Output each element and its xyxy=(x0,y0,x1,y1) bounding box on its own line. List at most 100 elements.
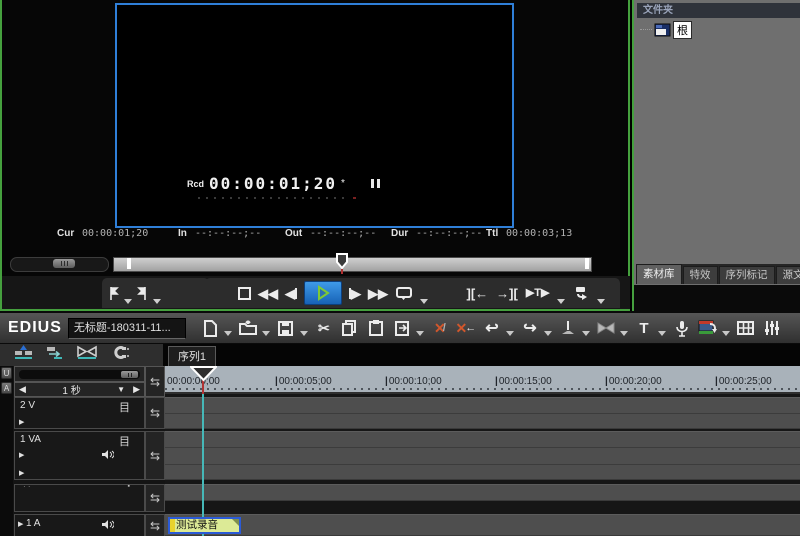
track-header-1a[interactable]: ▶ 1 A xyxy=(14,514,145,536)
title-dropdown-icon[interactable] xyxy=(658,331,666,336)
timescale-slider[interactable] xyxy=(19,370,140,379)
cut-icon[interactable]: ✂ xyxy=(314,318,334,338)
timescale-value[interactable]: 1 秒 xyxy=(26,382,117,397)
add-cut-dropdown-icon[interactable] xyxy=(582,331,590,336)
track-lane-1a[interactable] xyxy=(165,514,800,536)
ripple-cell-1a[interactable]: ⇆ xyxy=(145,514,165,536)
audio-output-icon[interactable] xyxy=(101,519,114,533)
ripple-mode-icon[interactable] xyxy=(45,345,64,365)
stop-button[interactable] xyxy=(238,287,251,300)
set-out-point-button[interactable] xyxy=(137,286,148,301)
rewind-button[interactable]: ◀◀ xyxy=(258,287,278,300)
play-around-cursor-button[interactable]: ▶T▶ xyxy=(526,288,550,299)
shuttle-slider[interactable] xyxy=(10,257,109,272)
audio-output-icon[interactable] xyxy=(101,449,114,463)
sequence-tab[interactable]: 序列1 xyxy=(168,346,216,366)
ripple-delete-icon[interactable]: ✕← xyxy=(456,318,476,338)
scale-right-arrow-icon[interactable]: ▶ xyxy=(133,384,140,395)
voice-over-icon[interactable] xyxy=(672,318,692,338)
undo-icon[interactable]: ↩ xyxy=(482,318,502,338)
new-project-dropdown-icon[interactable] xyxy=(224,331,232,336)
position-bar-end-cap xyxy=(585,258,589,269)
grid-view-icon[interactable] xyxy=(736,318,756,338)
goto-out-button[interactable]: →][ xyxy=(496,287,518,300)
redo-icon[interactable]: ↪ xyxy=(520,318,540,338)
scale-left-arrow-icon[interactable]: ◀ xyxy=(19,384,26,395)
set-in-point-button[interactable] xyxy=(108,286,119,301)
audio-clip[interactable]: 测试录音 xyxy=(168,517,241,534)
replace-clip-icon[interactable] xyxy=(392,318,412,338)
track-header-2v[interactable]: 2 V 目 ▶ xyxy=(14,397,145,429)
new-project-icon[interactable] xyxy=(200,318,220,338)
ripple-cell-collapsed[interactable]: ⇆ xyxy=(145,484,165,512)
next-frame-button[interactable]: ▶ xyxy=(349,287,361,300)
replace-dropdown-icon[interactable] xyxy=(416,331,424,336)
title-icon[interactable]: T xyxy=(634,318,654,338)
track-lane-1va[interactable] xyxy=(165,431,800,480)
expand-track-icon[interactable]: ▶ xyxy=(19,418,24,426)
playhead-handle[interactable] xyxy=(190,366,217,387)
ruler-tick: |00:00:20;00 xyxy=(605,376,662,387)
track-header-collapsed[interactable]: · · ▪ xyxy=(14,484,145,512)
loop-dropdown-icon[interactable] xyxy=(420,299,428,304)
play-button[interactable] xyxy=(304,281,342,305)
redo-dropdown-icon[interactable] xyxy=(544,331,552,336)
transition-dropdown-icon[interactable] xyxy=(620,331,628,336)
header-ripple-sync-cell[interactable]: ⇆ xyxy=(145,366,165,397)
timeline-ruler[interactable]: 00:00:00;00 |00:00:05;00 |00:00:10;00 |0… xyxy=(165,366,800,394)
tab-source-browser[interactable]: 源文件 xyxy=(776,266,800,284)
ripple-sync-icon: ⇆ xyxy=(150,491,160,505)
paste-icon[interactable] xyxy=(366,318,386,338)
track-lane-collapsed[interactable] xyxy=(165,484,800,501)
ripple-sync-icon: ⇆ xyxy=(150,406,160,420)
audio-meter-dots xyxy=(198,197,348,199)
audio-mixer-icon[interactable] xyxy=(762,318,782,338)
expand-audio-icon[interactable]: ▶ xyxy=(19,469,24,477)
set-out-dropdown-icon[interactable] xyxy=(153,299,161,304)
master-audio-button[interactable]: A xyxy=(1,382,12,394)
copy-icon[interactable] xyxy=(340,318,360,338)
ripple-cell-2v[interactable]: ⇆ xyxy=(145,397,165,429)
expand-video-icon[interactable]: ▶ xyxy=(19,451,24,459)
play-around-dropdown-icon[interactable] xyxy=(557,299,565,304)
master-video-button[interactable]: U xyxy=(1,367,12,379)
expand-track-icon[interactable]: ▶ xyxy=(18,520,23,528)
tab-asset-library[interactable]: 素材库 xyxy=(636,264,682,284)
shuttle-handle[interactable] xyxy=(53,259,75,268)
open-project-dropdown-icon[interactable] xyxy=(262,331,270,336)
scale-dropdown-icon[interactable]: ▼ xyxy=(117,385,125,394)
timescale-slider-handle[interactable] xyxy=(121,371,138,378)
fast-forward-button[interactable]: ▶▶ xyxy=(368,287,388,300)
loop-playback-button[interactable] xyxy=(395,286,413,300)
add-cut-point-icon[interactable] xyxy=(558,318,578,338)
folder-tree-root-item[interactable]: 根 xyxy=(640,21,692,39)
insert-mode-icon[interactable] xyxy=(14,345,33,365)
root-folder-label[interactable]: 根 xyxy=(673,21,692,39)
video-visibility-icon[interactable]: 目 xyxy=(119,399,130,415)
ripple-cell-1va[interactable]: ⇆ xyxy=(145,431,165,480)
track-lane-2v[interactable] xyxy=(165,397,800,429)
export-dropdown-icon[interactable] xyxy=(722,331,730,336)
position-bar[interactable] xyxy=(113,257,592,272)
transition-mode-icon[interactable] xyxy=(76,345,98,365)
save-project-icon[interactable] xyxy=(276,318,296,338)
tab-sequence-markers[interactable]: 序列标记 xyxy=(719,266,775,284)
save-project-dropdown-icon[interactable] xyxy=(300,331,308,336)
add-transition-icon[interactable] xyxy=(596,318,616,338)
track-name-2v: 2 V xyxy=(20,400,35,411)
export-icon[interactable] xyxy=(698,318,718,338)
video-visibility-icon[interactable]: 目 xyxy=(119,433,130,449)
undo-dropdown-icon[interactable] xyxy=(506,331,514,336)
send-to-timeline-button[interactable] xyxy=(573,286,589,301)
open-project-icon[interactable] xyxy=(238,318,258,338)
rcd-timecode: 00:00:01;20 xyxy=(209,174,337,193)
send-dropdown-icon[interactable] xyxy=(597,299,605,304)
track-header-1va[interactable]: 1 VA 目 ▶ ▶ xyxy=(14,431,145,480)
goto-in-button[interactable]: ][← xyxy=(467,287,489,300)
player-control-bar: ◀◀ ◀ ▶ ▶▶ ][← →][ ▶T▶ xyxy=(2,276,630,309)
set-in-dropdown-icon[interactable] xyxy=(124,299,132,304)
previous-frame-button[interactable]: ◀ xyxy=(285,287,297,300)
tab-effects[interactable]: 特效 xyxy=(683,266,718,284)
snap-mode-icon[interactable] xyxy=(110,345,130,365)
delete-icon[interactable]: ✕/ xyxy=(430,318,450,338)
